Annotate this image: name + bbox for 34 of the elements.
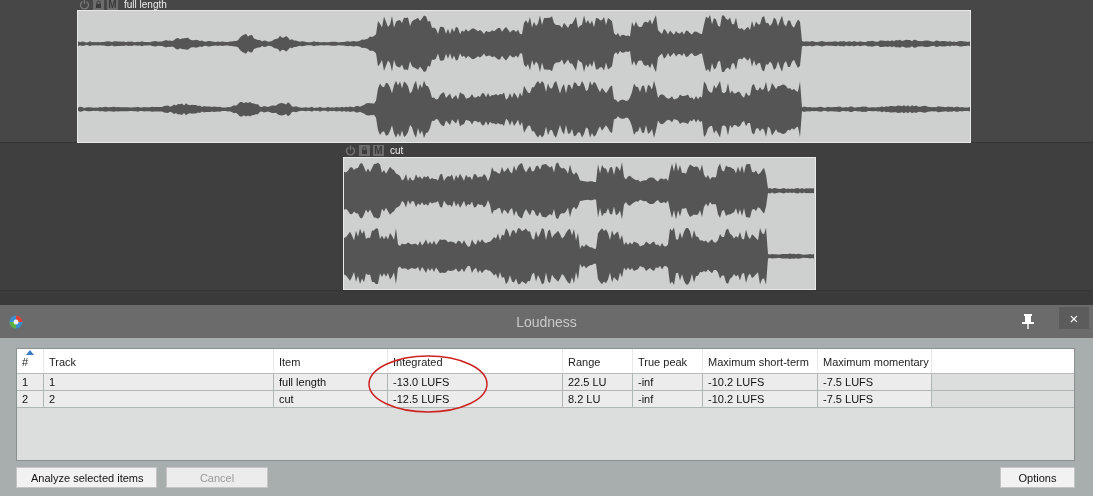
item-name: cut — [390, 145, 404, 156]
options-button[interactable]: Options — [1000, 467, 1075, 488]
column-header[interactable]: # — [17, 349, 44, 373]
app-logo-icon — [9, 314, 23, 329]
table-cell: 8.2 LU — [563, 391, 633, 407]
table-cell: -12.5 LUFS — [388, 391, 563, 407]
column-header[interactable]: Range — [563, 349, 633, 373]
table-cell: full length — [274, 374, 388, 390]
column-header[interactable]: Item — [274, 349, 388, 373]
lock-icon[interactable] — [359, 145, 370, 156]
table-cell: -inf — [633, 391, 703, 407]
column-header[interactable]: Integrated — [388, 349, 563, 373]
table-cell: 2 — [44, 391, 274, 407]
table-cell: -13.0 LUFS — [388, 374, 563, 390]
power-icon[interactable] — [79, 0, 90, 10]
pin-icon[interactable] — [1021, 313, 1035, 329]
table-cell: 1 — [17, 374, 44, 390]
power-icon[interactable] — [345, 145, 356, 156]
table-cell: -10.2 LUFS — [703, 374, 818, 390]
table-cell: 22.5 LU — [563, 374, 633, 390]
sort-arrow-icon — [26, 350, 34, 355]
table-cell: 2 — [17, 391, 44, 407]
table-cell: -inf — [633, 374, 703, 390]
table-cell: cut — [274, 391, 388, 407]
close-button[interactable]: × — [1059, 307, 1089, 329]
column-header[interactable]: Maximum short-term — [703, 349, 818, 373]
table-cell: 1 — [44, 374, 274, 390]
column-header[interactable]: True peak — [633, 349, 703, 373]
lock-icon[interactable] — [93, 0, 104, 10]
action-button[interactable]: Analyze selected items — [16, 467, 157, 488]
item-name: full length — [124, 0, 167, 10]
column-header[interactable]: Track — [44, 349, 274, 373]
window-title: Loudness — [515, 313, 578, 330]
table-cell: -10.2 LUFS — [703, 391, 818, 407]
